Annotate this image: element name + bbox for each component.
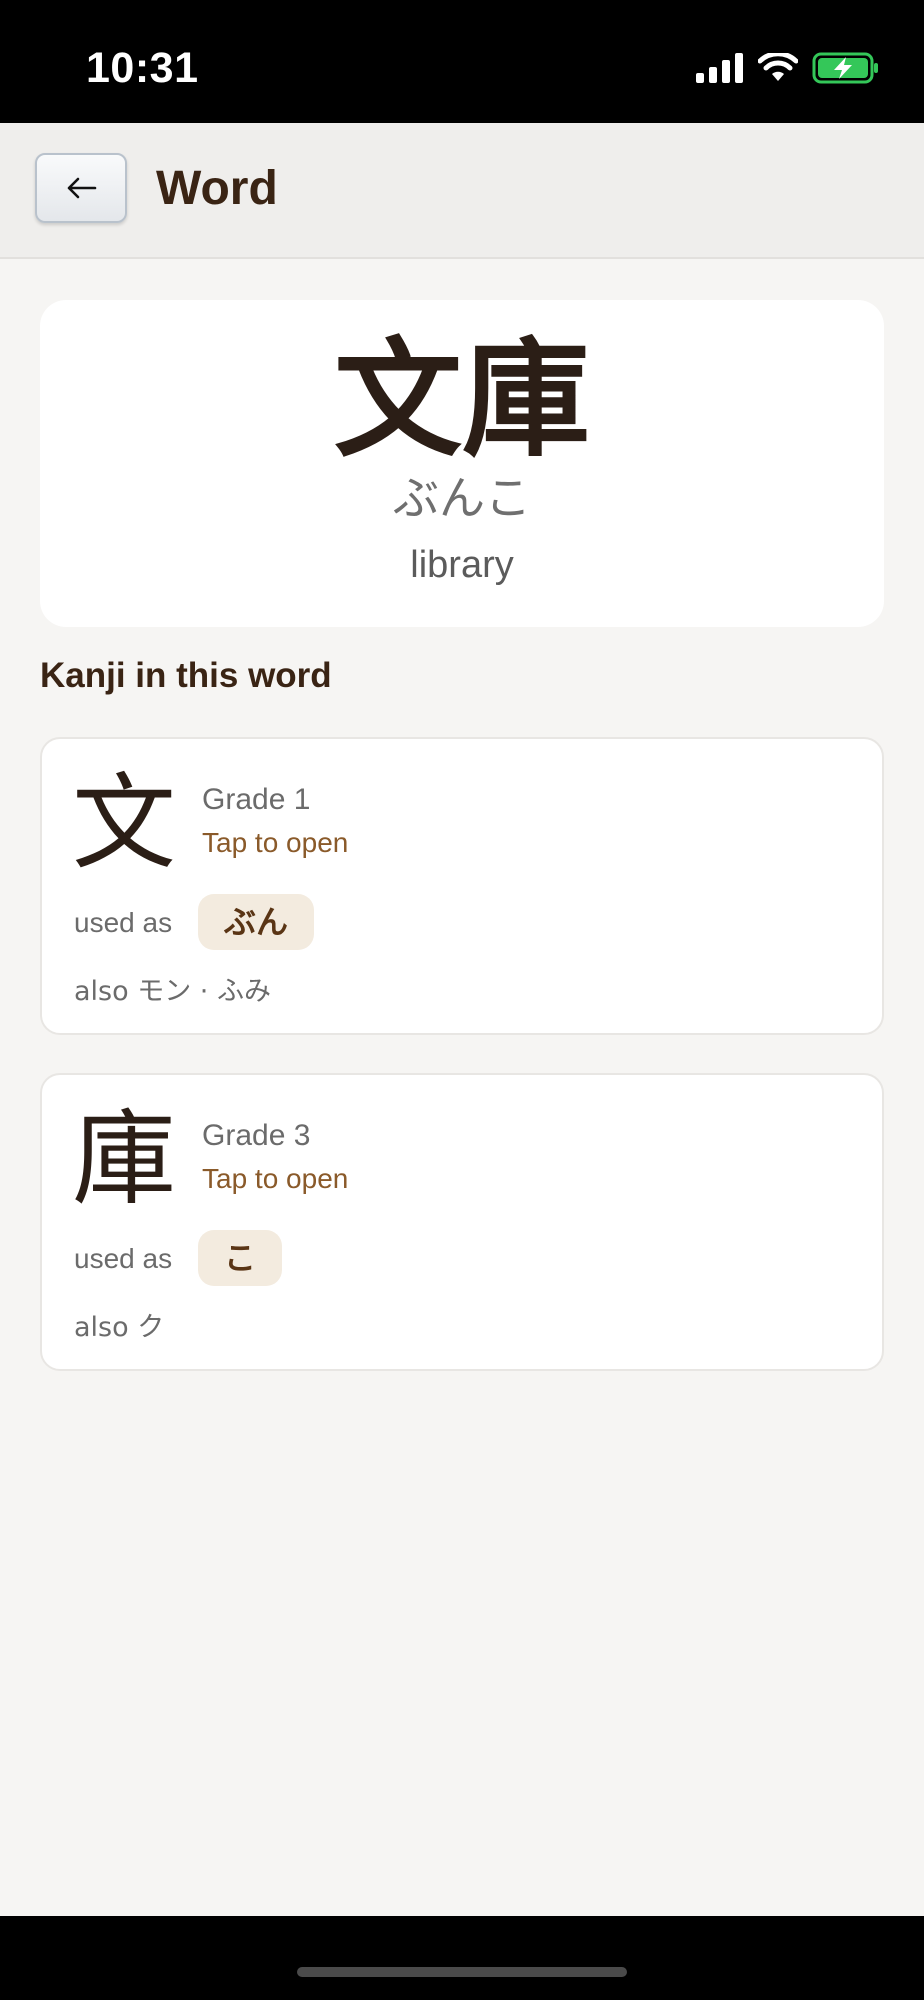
signal-icon xyxy=(696,53,743,83)
arrow-left-icon xyxy=(67,177,97,199)
kanji-card[interactable]: 文 Grade 1 Tap to open used as ぶん also モン… xyxy=(40,737,884,1035)
used-as-label: used as xyxy=(74,907,173,938)
word-reading: ぶんこ xyxy=(393,471,531,525)
kanji-grade: Grade 1 xyxy=(202,783,311,816)
kanji-character: 庫 xyxy=(72,1098,177,1220)
status-time: 10:31 xyxy=(86,44,199,92)
back-button[interactable] xyxy=(35,153,127,223)
word-kanji: 文庫 xyxy=(333,326,590,475)
word-card: 文庫 ぶんこ library xyxy=(40,300,884,627)
also-readings: also モン · ふみ xyxy=(74,976,271,1007)
used-as-label: used as xyxy=(74,1243,173,1274)
status-icons xyxy=(696,52,880,84)
app-header: Word xyxy=(0,123,924,259)
status-bar: 10:31 xyxy=(0,0,924,123)
reading-pill: ぶん xyxy=(198,894,315,950)
home-indicator-area xyxy=(0,1916,924,2000)
tap-to-open-link[interactable]: Tap to open xyxy=(202,827,348,859)
kanji-card[interactable]: 庫 Grade 3 Tap to open used as こ also ク xyxy=(40,1073,884,1371)
battery-charging-icon xyxy=(812,52,878,84)
page-title: Word xyxy=(156,162,278,215)
also-readings: also ク xyxy=(74,1312,165,1343)
kanji-character: 文 xyxy=(72,762,177,884)
home-indicator[interactable] xyxy=(297,1967,627,1977)
kanji-grade: Grade 3 xyxy=(202,1119,311,1152)
word-meaning: library xyxy=(410,544,514,586)
section-heading: Kanji in this word xyxy=(40,656,332,695)
wifi-icon xyxy=(758,53,798,81)
reading-pill: こ xyxy=(198,1230,283,1286)
tap-to-open-link[interactable]: Tap to open xyxy=(202,1163,348,1195)
